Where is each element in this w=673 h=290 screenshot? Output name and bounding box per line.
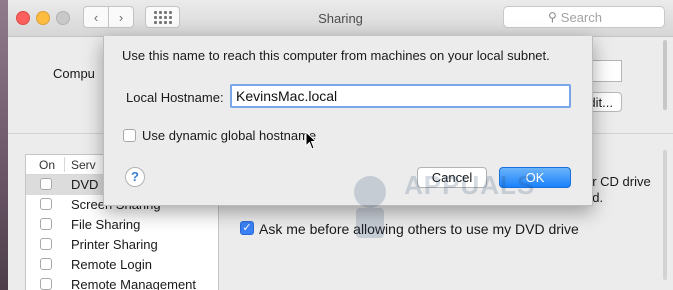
service-checkbox[interactable] — [40, 198, 52, 210]
search-placeholder: Search — [560, 9, 602, 25]
service-label: Remote Login — [71, 257, 152, 272]
service-label: Printer Sharing — [71, 237, 158, 252]
service-row-printer-sharing[interactable]: Printer Sharing — [26, 235, 218, 255]
back-button[interactable]: ‹ — [83, 6, 109, 28]
chevron-left-icon: ‹ — [93, 9, 99, 25]
search-icon: ⚲ — [548, 10, 557, 24]
service-checkbox[interactable] — [40, 218, 52, 230]
scrollbar[interactable] — [663, 40, 667, 110]
forward-button[interactable]: › — [108, 6, 134, 28]
ask-permission-checkbox[interactable]: ✓ — [240, 221, 254, 235]
mouse-cursor-icon — [305, 131, 317, 150]
show-all-button[interactable] — [145, 6, 180, 28]
column-header-on[interactable]: On — [39, 158, 55, 172]
desktop-background — [0, 0, 8, 290]
titlebar: Sharing ‹ › ⚲ Search — [8, 0, 673, 37]
chevron-right-icon: › — [118, 9, 124, 25]
local-hostname-label: Local Hostname: — [126, 90, 224, 105]
column-divider — [64, 157, 65, 172]
service-checkbox[interactable] — [40, 278, 52, 290]
scrollbar-lower[interactable] — [663, 150, 667, 280]
service-checkbox[interactable] — [40, 238, 52, 250]
service-checkbox[interactable] — [40, 258, 52, 270]
service-row-remote-login[interactable]: Remote Login — [26, 255, 218, 275]
dynamic-hostname-label: Use dynamic global hostname — [142, 128, 317, 143]
search-field[interactable]: ⚲ Search — [503, 6, 665, 28]
sheet-description: Use this name to reach this computer fro… — [122, 48, 550, 63]
service-label: Remote Management — [71, 277, 197, 290]
computer-name-label: Compu — [53, 66, 95, 81]
local-hostname-input[interactable] — [230, 84, 571, 108]
dvd-info-text-line1: or CD drive — [585, 174, 651, 189]
service-label: File Sharing — [71, 217, 141, 232]
dynamic-hostname-checkbox[interactable] — [123, 129, 136, 142]
service-label: DVD — [71, 177, 99, 192]
hostname-sheet: Use this name to reach this computer fro… — [103, 36, 593, 238]
sharing-window: Sharing ‹ › ⚲ Search Compu dit... On Ser… — [8, 0, 673, 290]
grid-icon — [153, 10, 172, 24]
watermark-logo: APPUALS — [336, 164, 534, 242]
help-button[interactable]: ? — [125, 167, 145, 187]
service-row-remote-management[interactable]: Remote Management — [26, 275, 218, 290]
service-checkbox[interactable] — [40, 178, 52, 190]
service-row-file-sharing[interactable]: File Sharing — [26, 215, 218, 235]
column-header-service[interactable]: Serv — [71, 158, 96, 172]
